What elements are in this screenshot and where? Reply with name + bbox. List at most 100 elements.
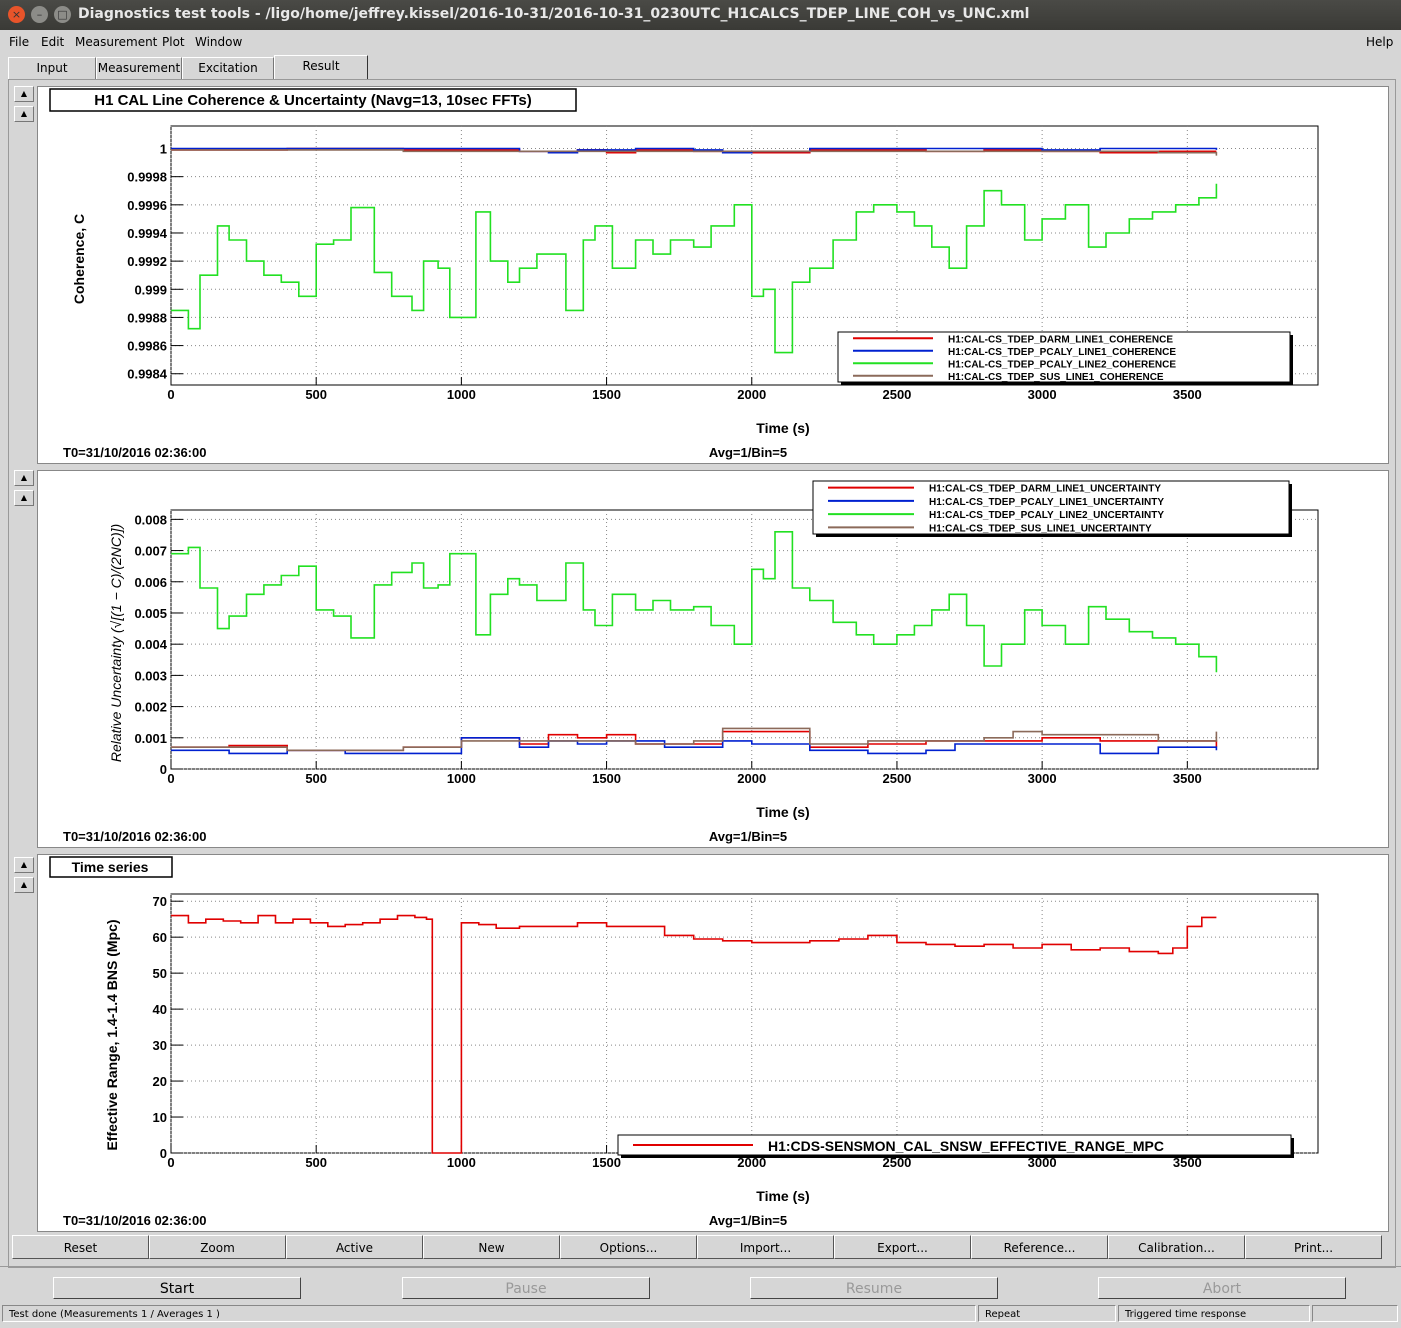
close-icon[interactable]: × <box>8 6 25 23</box>
menu-file[interactable]: File <box>9 35 29 49</box>
x-tick-label: 0 <box>167 771 174 786</box>
y-tick-label: 60 <box>153 930 167 945</box>
status-mode: Repeat <box>978 1305 1116 1322</box>
separator <box>0 1266 1401 1267</box>
x-tick-label: 500 <box>305 1155 327 1170</box>
panel1-avg: Avg=1/Bin=5 <box>709 445 787 460</box>
legend-entry: H1:CAL-CS_TDEP_PCALY_LINE2_UNCERTAINTY <box>929 510 1164 521</box>
status-message: Test done (Measurements 1 / Averages 1 ) <box>2 1305 976 1322</box>
menu-window[interactable]: Window <box>195 35 242 49</box>
panel2-plot-area: 0 500 1000 1500 2000 2500 3000 3500 0 0.001 0.002 0… <box>134 480 1319 786</box>
y-tick-label: 0.007 <box>134 544 167 559</box>
minimize-icon[interactable]: – <box>31 6 48 23</box>
y-tick-label: 50 <box>153 966 167 981</box>
status-extra <box>1312 1305 1398 1322</box>
reference-button[interactable]: Reference... <box>971 1235 1108 1259</box>
import-button[interactable]: Import... <box>697 1235 834 1259</box>
x-tick-label: 2500 <box>882 387 911 402</box>
range-plot-panel[interactable]: Time series 0 500 1000 1500 2000 2500 3000 3500… <box>37 854 1389 1232</box>
legend: H1:CAL-CS_TDEP_DARM_LINE1_UNCERTAINTY H1:… <box>812 480 1292 537</box>
x-tick-label: 500 <box>305 771 327 786</box>
y-tick-label: 30 <box>153 1038 167 1053</box>
panel2-ylabel: Relative Uncertainty (√[(1 − C)/(2NC)]) <box>108 524 124 762</box>
options-button[interactable]: Options... <box>560 1235 697 1259</box>
menu-edit[interactable]: Edit <box>41 35 64 49</box>
tab-input[interactable]: Input <box>8 57 96 79</box>
y-tick-label: 0.002 <box>134 700 167 715</box>
coherence-plot-panel[interactable]: H1 CAL Line Coherence & Uncertainty (Nav… <box>37 86 1389 464</box>
x-tick-label: 1000 <box>447 771 476 786</box>
tab-result[interactable]: Result <box>274 55 368 79</box>
y-tick-label: 1 <box>160 142 167 157</box>
window-title: Diagnostics test tools - /ligo/home/jeff… <box>78 6 1030 22</box>
y-tick-label: 0.9996 <box>127 198 167 213</box>
x-tick-label: 3500 <box>1173 387 1202 402</box>
y-tick-label: 0.008 <box>134 512 167 527</box>
panel3-xlabel: Time (s) <box>756 1188 809 1204</box>
legend-entry: H1:CAL-CS_TDEP_PCALY_LINE1_UNCERTAINTY <box>929 497 1164 508</box>
status-type: Triggered time response <box>1118 1305 1310 1322</box>
y-tick-label: 0.001 <box>134 731 167 746</box>
active-button[interactable]: Active <box>286 1235 423 1259</box>
menu-plot[interactable]: Plot <box>162 35 185 49</box>
panel2-t0: T0=31/10/2016 02:36:00 <box>63 829 206 844</box>
panel2-up-arrow-icon[interactable]: ▲ <box>14 470 34 486</box>
panel3-t0: T0=31/10/2016 02:36:00 <box>63 1213 206 1228</box>
y-tick-label: 0.9998 <box>127 170 167 185</box>
legend-entry: H1:CAL-CS_TDEP_DARM_LINE1_COHERENCE <box>948 334 1173 345</box>
export-button[interactable]: Export... <box>834 1235 971 1259</box>
legend: H1:CDS-SENSMON_CAL_SNSW_EFFECTIVE_RANGE_… <box>617 1134 1294 1158</box>
panel1-up-arrow-icon[interactable]: ▲ <box>14 86 34 102</box>
range-plot[interactable]: Time series 0 500 1000 1500 2000 2500 3000 3500… <box>38 855 1388 1231</box>
y-tick-label: 0 <box>160 762 167 777</box>
panel3-up-arrow-icon[interactable]: ▲ <box>14 857 34 873</box>
panel1-down-arrow-icon[interactable]: ▲ <box>14 106 34 122</box>
panel1-ylabel: Coherence, C <box>71 214 87 304</box>
legend-entry: H1:CDS-SENSMON_CAL_SNSW_EFFECTIVE_RANGE_… <box>768 1138 1164 1154</box>
y-tick-label: 70 <box>153 894 167 909</box>
x-tick-label: 0 <box>167 1155 174 1170</box>
start-button[interactable]: Start <box>53 1277 301 1299</box>
plot-frame <box>170 893 1319 1154</box>
x-tick-label: 1000 <box>447 1155 476 1170</box>
x-tick-label: 1500 <box>592 1155 621 1170</box>
panel1-plot-area: 0 500 1000 1500 2000 2500 3000 3500 0.9984 0.9986… <box>127 125 1319 402</box>
tab-measurement[interactable]: Measurement <box>96 57 182 79</box>
x-tick-label: 1000 <box>447 387 476 402</box>
y-tick-label: 0.005 <box>134 606 167 621</box>
panel3-down-arrow-icon[interactable]: ▲ <box>14 877 34 893</box>
new-button[interactable]: New <box>423 1235 560 1259</box>
y-tick-label: 0.003 <box>134 668 167 683</box>
pause-button[interactable]: Pause <box>402 1277 650 1299</box>
menu-measurement[interactable]: Measurement <box>75 35 157 49</box>
panel2-down-arrow-icon[interactable]: ▲ <box>14 490 34 506</box>
y-tick-label: 40 <box>153 1002 167 1017</box>
abort-button[interactable]: Abort <box>1098 1277 1346 1299</box>
y-tick-label: 10 <box>153 1110 167 1125</box>
x-tick-label: 1500 <box>592 771 621 786</box>
print-button[interactable]: Print... <box>1245 1235 1382 1259</box>
panel3-plot-area: 0 500 1000 1500 2000 2500 3000 3500010203040506… <box>153 893 1319 1170</box>
panel3-avg: Avg=1/Bin=5 <box>709 1213 787 1228</box>
uncertainty-plot[interactable]: 0 500 1000 1500 2000 2500 3000 3500 0 0.001 0.002 0… <box>38 471 1388 847</box>
y-tick-label: 0 <box>160 1146 167 1161</box>
zoom-button[interactable]: Zoom <box>149 1235 286 1259</box>
panel3-ylabel: Effective Range, 1.4-1.4 BNS (Mpc) <box>104 919 120 1150</box>
x-tick-label: 3000 <box>1028 387 1057 402</box>
tab-excitation[interactable]: Excitation <box>182 57 274 79</box>
menu-help[interactable]: Help <box>1366 35 1393 49</box>
tab-bar: Input Measurement Excitation Result <box>8 55 1394 79</box>
y-tick-label: 0.9988 <box>127 310 167 325</box>
panel1-title: H1 CAL Line Coherence & Uncertainty (Nav… <box>94 92 532 109</box>
maximize-icon[interactable]: □ <box>54 6 71 23</box>
panel2-avg: Avg=1/Bin=5 <box>709 829 787 844</box>
x-tick-label: 500 <box>305 387 327 402</box>
uncertainty-plot-panel[interactable]: 0 500 1000 1500 2000 2500 3000 3500 0 0.001 0.002 0… <box>37 470 1389 848</box>
coherence-plot[interactable]: H1 CAL Line Coherence & Uncertainty (Nav… <box>38 87 1388 463</box>
resume-button[interactable]: Resume <box>750 1277 998 1299</box>
panel2-xlabel: Time (s) <box>756 804 809 820</box>
calibration-button[interactable]: Calibration... <box>1108 1235 1245 1259</box>
title-bar: × – □ Diagnostics test tools - /ligo/hom… <box>0 0 1401 30</box>
reset-button[interactable]: Reset <box>12 1235 149 1259</box>
menu-bar: File Edit Measurement Plot Window Help <box>0 30 1401 52</box>
